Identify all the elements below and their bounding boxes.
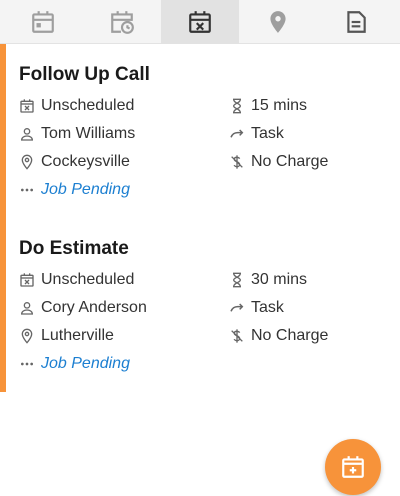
job-title: Follow Up Call [19,64,150,85]
card-accent-bar [0,218,6,392]
job-person-text: Cory Anderson [41,299,147,316]
hourglass-icon [232,98,242,114]
tab-unscheduled[interactable] [161,0,239,44]
more-dots-icon [21,188,33,192]
job-duration-text: 15 mins [251,97,308,114]
job-title: Do Estimate [19,238,129,259]
card-accent-bar [0,44,6,218]
job-duration: 15 mins [229,96,307,116]
tab-bar [0,0,400,44]
job-charge: No Charge [229,326,328,346]
job-person: Tom Williams [19,124,135,144]
redo-arrow-icon [230,129,244,138]
job-status-link[interactable]: Job Pending [19,354,130,374]
location-pin-icon [21,154,33,170]
add-calendar-icon [342,456,364,478]
location-pin-icon [270,11,286,33]
tab-calendar[interactable] [4,0,82,44]
job-duration: 30 mins [229,270,307,290]
job-location: Lutherville [19,326,114,346]
job-type-text: Task [251,299,284,316]
job-location: Cockeysville [19,152,130,172]
location-pin-icon [21,328,33,344]
calendar-unscheduled-icon [189,11,211,33]
job-type-text: Task [251,125,284,142]
calendar-clock-icon [111,11,134,34]
more-dots-icon [21,362,33,366]
calendar-icon [32,11,54,33]
job-charge-text: No Charge [251,327,329,344]
job-person-text: Tom Williams [41,125,136,142]
job-type: Task [229,124,284,144]
job-location-text: Cockeysville [41,153,130,170]
job-status-text: Job Pending [41,181,130,198]
job-card[interactable]: Do Estimate Unscheduled 30 mins Cory And… [0,218,400,392]
job-person: Cory Anderson [19,298,147,318]
job-schedule: Unscheduled [19,96,134,116]
tab-scheduled-time[interactable] [83,0,161,44]
hourglass-icon [232,272,242,288]
person-icon [20,302,34,315]
job-schedule-text: Unscheduled [41,271,135,288]
job-location-text: Lutherville [41,327,114,344]
job-duration-text: 30 mins [251,271,308,288]
job-type: Task [229,298,284,318]
calendar-unscheduled-icon [20,273,34,287]
tab-location[interactable] [239,0,317,44]
person-icon [20,128,34,141]
no-charge-icon [231,329,243,343]
job-status-link[interactable]: Job Pending [19,180,130,200]
job-status-text: Job Pending [41,355,130,372]
calendar-unscheduled-icon [20,99,34,113]
job-charge: No Charge [229,152,328,172]
job-schedule: Unscheduled [19,270,134,290]
redo-arrow-icon [230,303,244,312]
document-icon [347,11,366,33]
job-card[interactable]: Follow Up Call Unscheduled 15 mins Tom W… [0,44,400,218]
add-job-button[interactable] [325,439,381,495]
no-charge-icon [231,155,243,169]
job-charge-text: No Charge [251,153,329,170]
job-schedule-text: Unscheduled [41,97,135,114]
tab-notes[interactable] [317,0,395,44]
